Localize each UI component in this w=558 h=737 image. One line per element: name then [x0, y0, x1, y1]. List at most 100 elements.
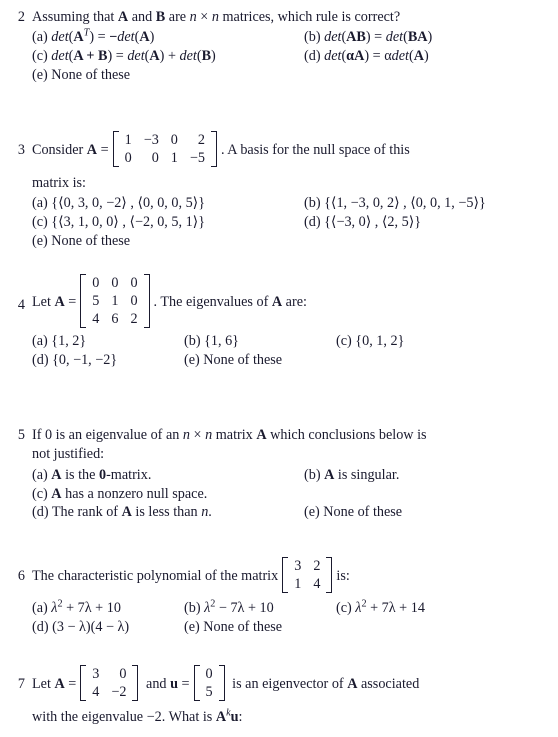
question-3-number: 3	[17, 142, 25, 158]
option-6c[interactable]: (c) λ2 + 7λ + 14	[336, 599, 496, 618]
option-6a[interactable]: (a) λ2 + 7λ + 10	[32, 599, 184, 618]
q7-line2-u: u	[230, 709, 239, 725]
q7-matrixA-row: 4 −2	[86, 683, 132, 701]
option-5b-A: A	[324, 466, 335, 483]
option-5c[interactable]: (c) A has a nonzero null space.	[32, 485, 304, 504]
q3-cell-r1c1: 0	[151, 150, 159, 166]
option-5d[interactable]: (d) The rank of A is less than n.	[32, 503, 304, 522]
question-5-stem-line2: not justified:	[32, 446, 105, 463]
option-2b-BA: BA	[407, 29, 428, 46]
option-5a[interactable]: (a) A is the 0-matrix.	[32, 466, 304, 485]
option-2c-equals: =	[112, 48, 128, 65]
q7-matrix-A: 3 0 4 −2	[80, 664, 139, 702]
q4-cell-r2c0: 4	[92, 311, 100, 328]
q7-vectorU-bracket-right	[218, 664, 225, 702]
option-2e[interactable]: (e) None of these	[32, 66, 304, 85]
option-2a[interactable]: (a) det(AT) = −det(A)	[32, 28, 304, 47]
q3-cell-r0c3: 2	[197, 131, 205, 148]
q3-matrix-row: 0 0 1 −5	[119, 149, 211, 167]
q3-matrix: 1 −3 0 2 0 0 1 −5	[112, 130, 217, 168]
option-2d-det-1: det	[324, 48, 342, 65]
option-2d-alpha-A: αA	[346, 48, 365, 65]
option-5a-label: (a)	[32, 466, 48, 483]
q7-line2-part-2: :	[238, 709, 243, 725]
question-5: 5 If 0 is an eigenvalue of an n × n matr…	[0, 426, 558, 522]
option-4a-label: (a)	[32, 333, 48, 349]
option-5a-zero: 0	[98, 466, 107, 483]
q3-equals: =	[97, 141, 109, 158]
q4-matrix: 0 0 0 5 1 0 4 6 2	[80, 273, 150, 329]
option-5c-text: has a nonzero null space.	[61, 485, 208, 502]
q4-bracket-right	[143, 273, 150, 329]
q7-matrixA-row: 3 0	[86, 665, 132, 683]
option-2d-label: (d)	[304, 48, 321, 65]
q4-stem-post-2: are:	[282, 293, 307, 310]
option-2b[interactable]: (b) det(AB) = det(BA)	[304, 28, 558, 47]
option-2b-AB: AB	[346, 29, 366, 46]
q5-stem-part-3: which conclusions below is	[266, 427, 427, 443]
q5-stem-part-1: If 0 is an eigenvalue of an	[32, 427, 183, 443]
option-2b-det-1: det	[324, 29, 342, 46]
option-2c-plus: +	[164, 48, 180, 65]
option-5e-text: None of these	[323, 504, 403, 521]
q7-A-cell-r0c0: 3	[92, 665, 100, 682]
option-2c-det-1: det	[51, 48, 69, 65]
option-5d-A: A	[121, 504, 132, 521]
option-4d[interactable]: (d) {0, −1, −2}	[32, 351, 184, 370]
option-5e[interactable]: (e) None of these	[304, 503, 558, 522]
q4-equals: =	[64, 293, 77, 310]
option-3b[interactable]: (b) {⟨1, −3, 0, 2⟩ , ⟨0, 0, 1, −5⟩}	[304, 194, 558, 213]
q7-equals: =	[64, 675, 77, 692]
option-3e[interactable]: (e) None of these	[32, 232, 304, 251]
q7-vectorU-row: 5	[200, 683, 219, 701]
q7-u-cell-r1c0: 5	[205, 684, 213, 700]
q4-cell-r0c2: 0	[130, 274, 138, 291]
question-4-number: 4	[17, 297, 25, 313]
option-4c[interactable]: (c) {0, 1, 2}	[336, 332, 496, 351]
q7-vector-u: 0 5	[193, 664, 225, 702]
q7-A-cell-r0c1: 0	[119, 665, 127, 682]
question-2: 2 Assuming that A and B are n × n matric…	[0, 8, 558, 85]
option-5b-label: (b)	[304, 466, 321, 483]
option-3c-label: (c)	[32, 214, 48, 231]
option-2d-det-2: det	[391, 48, 409, 65]
option-6d[interactable]: (d) (3 − λ)(4 − λ)	[32, 618, 184, 637]
q3-bracket-right	[211, 130, 217, 168]
option-2c[interactable]: (c) det(A + B) = det(A) + det(B)	[32, 47, 304, 66]
question-5-stem: If 0 is an eigenvalue of an n × n matrix…	[32, 426, 558, 445]
option-2d[interactable]: (d) det(αA) = αdet(A)	[304, 47, 558, 66]
option-2d-alpha: α	[384, 48, 392, 65]
q2-stem-part-4: matrices, which rule is correct?	[218, 9, 401, 25]
option-5b[interactable]: (b) A is singular.	[304, 466, 558, 485]
option-3e-text: None of these	[51, 233, 131, 250]
option-4c-label: (c)	[336, 333, 352, 349]
option-4b[interactable]: (b) {1, 6}	[184, 332, 336, 351]
option-2a-equals: =	[94, 29, 110, 46]
option-5e-label: (e)	[304, 504, 320, 521]
q7-stem-pre: Let	[32, 675, 55, 692]
option-6b[interactable]: (b) λ2 − 7λ + 10	[184, 599, 336, 618]
option-2b-det-2: det	[385, 29, 404, 46]
option-2c-label: (c)	[32, 48, 48, 65]
question-7-stem: Let A = 3 0 4 −2 and u = 0 5 is an eigen…	[32, 660, 558, 708]
option-3c[interactable]: (c) {⟨3, 1, 0, 0⟩ , ⟨−2, 0, 5, 1⟩}	[32, 213, 304, 232]
q4-stem-post-A: A	[271, 293, 283, 310]
question-2-number: 2	[17, 9, 25, 25]
option-2e-label: (e)	[32, 67, 48, 84]
q7-stem-mid-2: =	[177, 675, 190, 692]
option-6e-text: None of these	[203, 618, 283, 635]
q6-bracket-right	[326, 556, 333, 594]
option-4e-label: (e)	[184, 351, 200, 368]
q6-cell-r1c0: 1	[294, 576, 302, 592]
option-6e[interactable]: (e) None of these	[184, 618, 336, 637]
option-3d[interactable]: (d) {⟨−3, 0⟩ , ⟨2, 5⟩}	[304, 213, 558, 232]
option-3a[interactable]: (a) {⟨0, 3, 0, −2⟩ , ⟨0, 0, 0, 5⟩}	[32, 194, 304, 213]
option-4e[interactable]: (e) None of these	[184, 351, 336, 370]
q7-line2-part-1: with the eigenvalue −2. What is	[32, 709, 216, 725]
q3-cell-r1c0: 0	[124, 150, 132, 166]
option-5d-label: (d)	[32, 504, 49, 521]
q2-matrix-A-symbol: A	[117, 9, 129, 25]
question-2-options: (a) det(AT) = −det(A) (b) det(AB) = det(…	[32, 28, 558, 85]
q6-cell-r0c0: 3	[294, 557, 302, 574]
option-4a[interactable]: (a) {1, 2}	[32, 332, 184, 351]
